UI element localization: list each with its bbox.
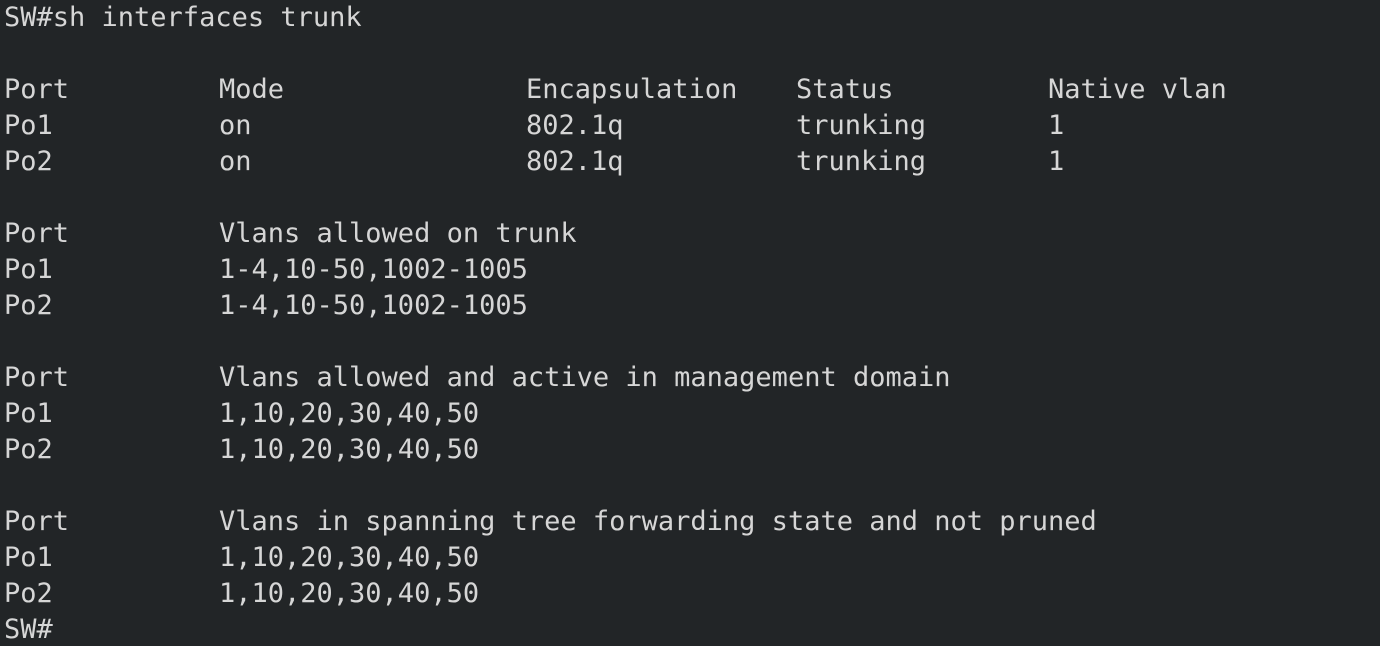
vlans-cell: 1-4,10-50,1002-1005 (219, 254, 528, 285)
port-cell: Po1 (4, 110, 53, 141)
vlans-active-row: Po2 1,10,20,30,40,50 (4, 432, 1380, 468)
native-vlan-cell: 1 (1048, 110, 1065, 141)
vlans-forwarding-header: Port Vlans in spanning tree forwarding s… (4, 504, 1380, 540)
vlans-cell: 1,10,20,30,40,50 (219, 398, 480, 429)
header-vlans-allowed: Vlans allowed on trunk (219, 218, 577, 249)
vlans-allowed-row: Po1 1-4,10-50,1002-1005 (4, 252, 1380, 288)
header-mode: Mode (219, 74, 285, 105)
trunk-status-row: Po2 on 802.1q trunking 1 (4, 144, 1380, 180)
vlans-allowed-row: Po2 1-4,10-50,1002-1005 (4, 288, 1380, 324)
header-port: Port (4, 218, 70, 249)
trunk-status-row: Po1 on 802.1q trunking 1 (4, 108, 1380, 144)
end-prompt[interactable]: SW# (4, 612, 1380, 646)
vlans-cell: 1,10,20,30,40,50 (219, 542, 480, 573)
header-port: Port (4, 506, 70, 537)
vlans-cell: 1-4,10-50,1002-1005 (219, 290, 528, 321)
status-cell: trunking (796, 110, 927, 141)
header-status: Status (796, 74, 894, 105)
terminal-window[interactable]: SW#sh interfaces trunk Port Mode Encapsu… (0, 0, 1380, 646)
encapsulation-cell: 802.1q (526, 110, 624, 141)
port-cell: Po1 (4, 398, 53, 429)
mode-cell: on (219, 110, 252, 141)
header-native-vlan: Native vlan (1048, 74, 1227, 105)
port-cell: Po2 (4, 434, 53, 465)
status-cell: trunking (796, 146, 927, 177)
vlans-cell: 1,10,20,30,40,50 (219, 578, 480, 609)
header-port: Port (4, 362, 70, 393)
command-line: SW#sh interfaces trunk (4, 2, 362, 33)
port-cell: Po2 (4, 578, 53, 609)
vlans-forwarding-row: Po1 1,10,20,30,40,50 (4, 540, 1380, 576)
vlans-active-header: Port Vlans allowed and active in managem… (4, 360, 1380, 396)
trunk-status-header: Port Mode Encapsulation Status Native vl… (4, 72, 1380, 108)
header-vlans-forwarding: Vlans in spanning tree forwarding state … (219, 506, 1097, 537)
vlans-active-row: Po1 1,10,20,30,40,50 (4, 396, 1380, 432)
vlans-forwarding-row: Po2 1,10,20,30,40,50 (4, 576, 1380, 612)
port-cell: Po1 (4, 542, 53, 573)
encapsulation-cell: 802.1q (526, 146, 624, 177)
header-vlans-active: Vlans allowed and active in management d… (219, 362, 951, 393)
port-cell: Po2 (4, 146, 53, 177)
vlans-allowed-header: Port Vlans allowed on trunk (4, 216, 1380, 252)
native-vlan-cell: 1 (1048, 146, 1065, 177)
port-cell: Po2 (4, 290, 53, 321)
mode-cell: on (219, 146, 252, 177)
vlans-cell: 1,10,20,30,40,50 (219, 434, 480, 465)
header-port: Port (4, 74, 70, 105)
header-encapsulation: Encapsulation (526, 74, 738, 105)
port-cell: Po1 (4, 254, 53, 285)
